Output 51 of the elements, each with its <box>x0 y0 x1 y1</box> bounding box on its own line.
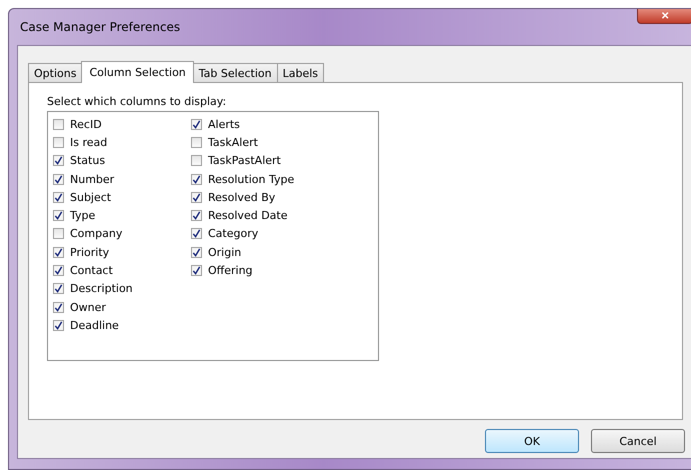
checkbox[interactable] <box>191 136 202 148</box>
checkbox[interactable] <box>191 118 202 130</box>
checkbox[interactable] <box>191 246 202 258</box>
window-title: Case Manager Preferences <box>20 20 180 34</box>
tab[interactable]: Tab Selection <box>192 63 278 82</box>
checkbox-label: TaskAlert <box>208 136 258 149</box>
checkbox[interactable] <box>53 320 64 331</box>
checkbox[interactable] <box>53 283 64 294</box>
tab[interactable]: Column Selection <box>81 61 194 83</box>
checkbox-label: Owner <box>70 300 106 314</box>
checkbox[interactable] <box>53 265 64 276</box>
checkbox-label: Is read <box>70 136 108 149</box>
checkbox[interactable] <box>191 210 202 222</box>
checkbox[interactable] <box>53 192 64 203</box>
checkbox-label: Deadline <box>70 318 119 332</box>
checkbox-label: RecID <box>70 118 102 131</box>
tab[interactable]: Labels <box>276 63 324 82</box>
checkbox-label: Resolution Type <box>208 172 294 186</box>
checkbox-label: Number <box>70 172 114 186</box>
dialog-button[interactable]: OK <box>485 429 579 453</box>
checkbox[interactable] <box>53 246 64 258</box>
checkbox[interactable] <box>191 228 202 240</box>
checkbox-label: Origin <box>208 246 242 259</box>
checkbox[interactable] <box>53 136 64 148</box>
checkbox[interactable] <box>53 174 64 185</box>
checkbox[interactable] <box>53 210 64 222</box>
checkbox-label: Resolved Date <box>208 209 288 222</box>
checkbox-label: TaskPastAlert <box>208 154 281 168</box>
checkbox-label: Subject <box>70 190 112 204</box>
checkbox[interactable] <box>53 118 64 130</box>
checkbox-label: Description <box>70 282 133 296</box>
checkbox[interactable] <box>53 155 64 166</box>
checkbox-label: Alerts <box>208 118 240 131</box>
checkbox[interactable] <box>191 265 202 276</box>
checkbox-label: Status <box>70 154 106 168</box>
checkbox-label: Resolved By <box>208 190 276 204</box>
checkbox-label: Priority <box>70 246 110 259</box>
checkbox[interactable] <box>53 302 64 313</box>
checkbox-label: Company <box>70 227 122 240</box>
checkbox-label: Category <box>208 227 258 240</box>
tab[interactable]: Options <box>28 63 82 82</box>
prompt-label: Select which columns to display: <box>47 95 228 108</box>
checkbox[interactable] <box>191 155 202 166</box>
checkbox[interactable] <box>53 228 64 240</box>
checkbox[interactable] <box>191 192 202 203</box>
checkbox[interactable] <box>191 174 202 185</box>
checkbox-label: Contact <box>70 264 113 278</box>
close-button[interactable]: ✕ <box>637 9 691 24</box>
checkbox-label: Offering <box>208 264 253 278</box>
dialog-button[interactable]: Cancel <box>591 429 685 453</box>
checkbox-label: Type <box>70 209 96 222</box>
